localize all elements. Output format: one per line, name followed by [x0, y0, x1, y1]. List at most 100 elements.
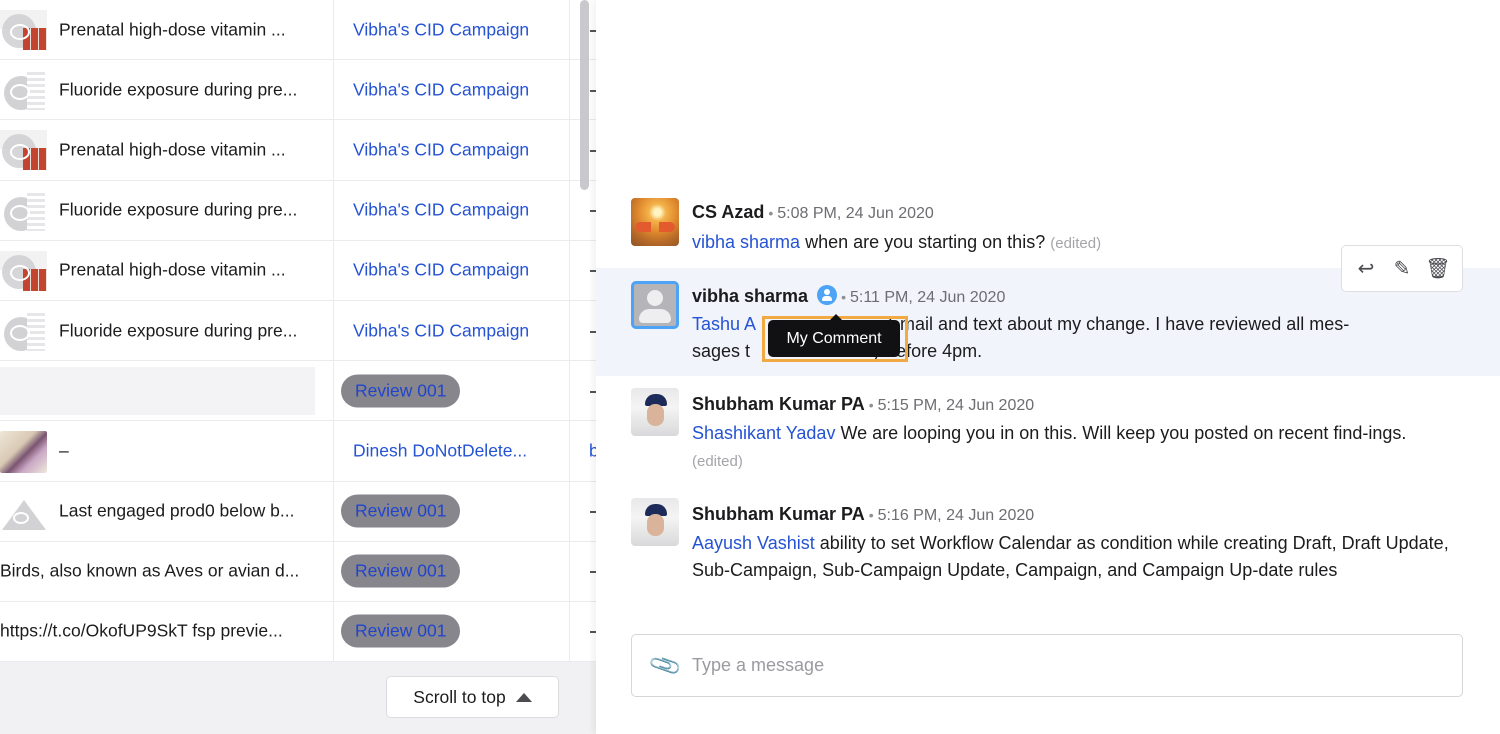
campaign-badge[interactable]: Review 001	[341, 494, 461, 528]
my-comment-user-icon[interactable]	[817, 285, 838, 305]
thumbnail-image	[0, 10, 47, 52]
campaign-cell: Vibha's CID Campaign	[334, 180, 570, 240]
title-text: Birds, also known as Aves or avian d...	[0, 560, 300, 581]
campaign-cell: Review 001	[334, 481, 570, 541]
title-text: https://t.co/OkofUP9SkT fsp previe...	[0, 620, 283, 641]
table-row[interactable]: Fluoride exposure during pre... Vibha's C…	[0, 180, 596, 241]
attachment-icon[interactable]: 📎	[647, 648, 684, 684]
campaign-link[interactable]: Vibha's CID Campaign	[353, 260, 529, 281]
title-text: –	[59, 440, 69, 461]
title-cell: Fluoride exposure during pre...	[0, 60, 334, 120]
comment-author: vibha sharma	[692, 286, 809, 306]
campaign-cell: Review 001	[334, 601, 570, 662]
extra-cell	[570, 602, 596, 661]
comments-panel: CS Azad • 5:08 PM, 24 Jun 2020 vibha sharm…	[596, 0, 1500, 734]
message-composer: 📎	[631, 634, 1463, 697]
comment-time: 5:15 PM, 24 Jun 2020	[877, 397, 1035, 414]
edited-label: (edited)	[692, 453, 743, 470]
campaign-link[interactable]: Vibha's CID Campaign	[353, 139, 529, 160]
comment-author: CS Azad	[692, 202, 765, 222]
title-text: Last engaged prod0 below b...	[59, 500, 295, 521]
thumbnail-image	[0, 70, 47, 112]
avatar	[631, 498, 679, 546]
title-text: Prenatal high-dose vitamin ...	[59, 259, 286, 280]
message-input[interactable]	[692, 635, 1452, 696]
separator-dot: •	[841, 289, 846, 305]
title-cell: Prenatal high-dose vitamin ...	[0, 240, 334, 300]
table-row[interactable]: Fluoride exposure during pre... Vibha's C…	[0, 300, 596, 362]
title-text: Prenatal high-dose vitamin ...	[59, 139, 286, 160]
comment-author: Shubham Kumar PA	[692, 394, 865, 414]
comment-item: Shubham Kumar PA • 5:15 PM, 24 Jun 2020 Sh…	[596, 380, 1500, 480]
table-scrollbar[interactable]	[580, 0, 589, 190]
comment-item: Shubham Kumar PA • 5:16 PM, 24 Jun 2020 Aa…	[596, 490, 1500, 620]
separator-dot: •	[868, 397, 874, 413]
table-row[interactable]: https://t.co/OkofUP9SkT fsp previe... Rev…	[0, 601, 596, 663]
comment-body: Shashikant Yadav We are looping you in o…	[692, 423, 1407, 470]
thumbnail-image	[0, 492, 47, 534]
campaign-cell: Review 001	[334, 361, 570, 421]
campaign-link[interactable]: Vibha's CID Campaign	[353, 200, 529, 221]
table-row[interactable]: Prenatal high-dose vitamin ... Vibha's CI…	[0, 240, 596, 301]
mention-link[interactable]: Aayush Vashist	[692, 533, 815, 553]
campaign-cell: Vibha's CID Campaign	[334, 300, 570, 361]
campaign-link[interactable]: Dinesh DoNotDelete...	[353, 440, 527, 461]
separator-dot: •	[868, 507, 874, 523]
title-text: Fluoride exposure during pre...	[59, 320, 298, 341]
comment-time: 5:16 PM, 24 Jun 2020	[877, 507, 1035, 524]
campaign-link[interactable]: Vibha's CID Campaign	[353, 79, 529, 100]
table-row[interactable]: Last engaged prod0 below b... Review 001	[0, 481, 596, 542]
tooltip: My Comment	[768, 314, 900, 357]
comment-actions-toolbar: ↩ ✎ 🗑	[1341, 245, 1463, 292]
mention-link[interactable]: vibha sharma	[692, 232, 800, 252]
caret-up-icon	[515, 692, 532, 702]
extra-cell	[570, 482, 596, 541]
title-cell: Prenatal high-dose vitamin ...	[0, 120, 334, 180]
extra-cell	[570, 301, 596, 360]
campaign-link[interactable]: Vibha's CID Campaign	[353, 320, 529, 341]
campaign-cell: Vibha's CID Campaign	[334, 120, 570, 180]
scroll-to-top-label: Scroll to top	[413, 686, 506, 707]
edit-icon[interactable]: ✎	[1388, 256, 1416, 281]
loading-placeholder	[0, 367, 315, 416]
campaign-cell: Vibha's CID Campaign	[334, 60, 570, 120]
mention-link[interactable]: Tashu A	[692, 314, 756, 334]
avatar	[631, 388, 679, 436]
thumbnail-image	[0, 130, 47, 173]
table-row[interactable]: Prenatal high-dose vitamin ... Vibha's CI…	[0, 120, 596, 181]
comment-time: 5:08 PM, 24 Jun 2020	[777, 205, 934, 222]
campaign-cell: Review 001	[334, 541, 570, 601]
title-cell: Fluoride exposure during pre...	[0, 300, 334, 361]
separator-dot: •	[768, 205, 774, 221]
avatar	[631, 281, 679, 329]
table-row[interactable]: – Dinesh DoNotDelete... b	[0, 421, 596, 482]
scroll-to-top-button[interactable]: Scroll to top	[386, 676, 559, 718]
thumbnail-image	[0, 250, 47, 293]
table-row[interactable]: Review 001	[0, 361, 596, 422]
thumbnail-image	[0, 431, 47, 474]
avatar	[631, 198, 679, 246]
mention-link[interactable]: Shashikant Yadav	[692, 423, 835, 443]
campaign-cell: Dinesh DoNotDelete...	[334, 421, 570, 481]
content-table: Prenatal high-dose vitamin ... Vibha's CI…	[0, 0, 596, 663]
title-cell: Last engaged prod0 below b...	[0, 481, 334, 541]
reply-icon[interactable]: ↩	[1352, 256, 1380, 281]
title-cell: Birds, also known as Aves or avian d...	[0, 541, 334, 601]
campaign-cell: Vibha's CID Campaign	[334, 0, 570, 60]
campaign-link[interactable]: Vibha's CID Campaign	[353, 19, 529, 40]
table-row[interactable]: Fluoride exposure during pre... Vibha's C…	[0, 60, 596, 121]
title-text: Fluoride exposure during pre...	[59, 79, 298, 100]
tooltip-highlight: My Comment	[762, 314, 908, 362]
extra-link[interactable]: b	[589, 440, 596, 461]
table-row[interactable]: Birds, also known as Aves or avian d... R…	[0, 541, 596, 602]
table-row[interactable]: Prenatal high-dose vitamin ... Vibha's CI…	[0, 0, 596, 61]
comment-author: Shubham Kumar PA	[692, 504, 865, 524]
campaign-cell: Vibha's CID Campaign	[334, 240, 570, 300]
comment-body: Aayush Vashist ability to set Workflow C…	[692, 533, 1449, 580]
thumbnail-image	[0, 311, 47, 353]
extra-cell	[570, 241, 596, 300]
campaign-badge[interactable]: Review 001	[341, 554, 461, 588]
campaign-badge[interactable]: Review 001	[341, 614, 461, 648]
delete-icon[interactable]: 🗑	[1424, 256, 1452, 281]
campaign-badge[interactable]: Review 001	[341, 374, 461, 408]
